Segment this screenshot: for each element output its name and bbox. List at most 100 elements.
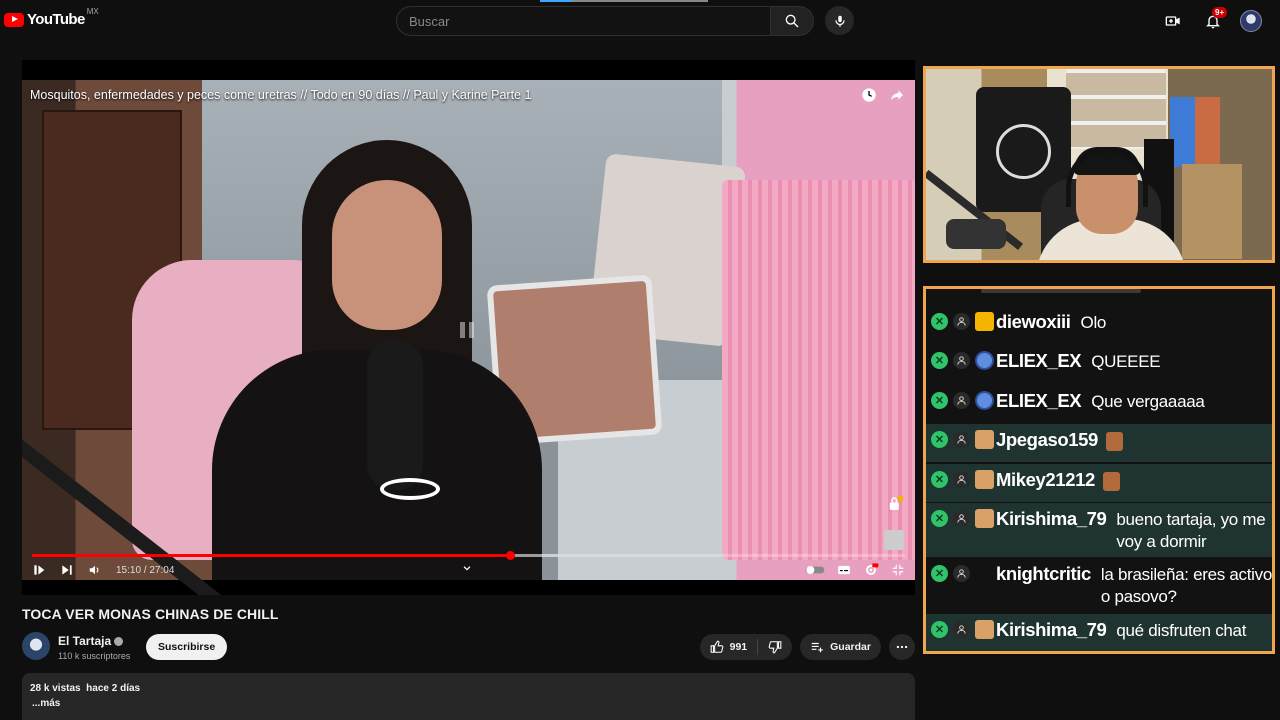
time-display: 15:10 / 27:04 [116, 564, 175, 576]
channel-name-wrap[interactable]: El Tartaja [58, 634, 124, 648]
emote-icon [1105, 432, 1123, 452]
chat-username[interactable]: Kirishima_79 [996, 508, 1107, 530]
chat-message: ✕ Kirishima_79 bueno tartaja, yo me voy a … [926, 503, 1272, 557]
player-video-title[interactable]: Mosquitos, enfermedades y peces come ure… [30, 88, 531, 102]
show-more-link[interactable]: ...más [32, 698, 907, 709]
search-input[interactable] [396, 6, 770, 36]
x-badge-icon: ✕ [931, 352, 948, 369]
chat-username[interactable]: diewoxiii [996, 311, 1071, 333]
chat-username[interactable]: Jpegaso159 [996, 429, 1098, 451]
chat-text: la brasileña: eres activo o pasovo? [1100, 565, 1273, 606]
cat-character-badge-icon [975, 430, 994, 449]
user-icon [953, 313, 970, 330]
volume-icon[interactable] [88, 563, 102, 577]
like-button[interactable]: 991 [700, 634, 758, 660]
play-icon[interactable] [32, 563, 46, 577]
channel-name[interactable]: El Tartaja [58, 634, 111, 648]
search-button[interactable] [770, 6, 814, 36]
chat-message: ✕ knightcritic la brasileña: eres activo o… [926, 558, 1272, 612]
channel-avatar[interactable] [22, 632, 50, 660]
playlist-add-icon [811, 642, 823, 653]
thumbs-up-icon [710, 640, 723, 653]
next-icon[interactable] [60, 563, 74, 577]
user-icon [953, 510, 970, 527]
view-date-line: 28 k vistas hace 2 días [30, 683, 907, 694]
autoplay-toggle-icon[interactable] [805, 564, 825, 576]
subscriber-count: 110 k suscriptores [58, 651, 131, 661]
chat-text: bueno tartaja, yo me voy a dormir [1116, 510, 1266, 551]
logo-text: YouTube [27, 11, 85, 28]
none-badge-icon [975, 564, 994, 583]
cat-character-badge-icon [975, 620, 994, 639]
account-avatar[interactable] [1240, 10, 1262, 32]
description-box[interactable]: 28 k vistas hace 2 días ...más [22, 673, 915, 720]
subtitles-icon[interactable] [837, 563, 851, 577]
chat-message: ✕ diewoxiii Olo [926, 306, 1272, 344]
x-badge-icon: ✕ [931, 565, 948, 582]
user-icon [953, 431, 970, 448]
share-icon[interactable] [889, 87, 905, 103]
user-icon [953, 392, 970, 409]
video-actions: 991 Guardar [699, 634, 915, 660]
channel-watermark[interactable] [884, 530, 904, 550]
chat-text: Que vergaaaaa [1091, 392, 1205, 411]
video-player[interactable]: Mosquitos, enfermedades y peces come ure… [22, 60, 915, 595]
emote-icon [1102, 472, 1120, 492]
settings-hd-icon[interactable] [863, 562, 879, 578]
chat-username[interactable]: ELIEX_EX [996, 350, 1082, 372]
like-count: 991 [729, 641, 748, 653]
streamer-webcam [923, 66, 1275, 263]
user-icon [953, 565, 970, 582]
chat-text [1097, 470, 1120, 492]
user-icon [953, 352, 970, 369]
chat-text: QUEEEE [1091, 352, 1161, 371]
exit-fullscreen-icon[interactable] [891, 563, 905, 577]
progress-bar[interactable] [32, 551, 905, 560]
cat-character-badge-icon [975, 509, 994, 528]
video-details: TOCA VER MONAS CHINAS DE CHILL El Tartaj… [22, 606, 915, 661]
more-horizontal-icon [896, 645, 908, 649]
video-title: TOCA VER MONAS CHINAS DE CHILL [22, 606, 279, 622]
chat-username[interactable]: Mikey21212 [996, 469, 1095, 491]
notifications-button[interactable]: 9+ [1200, 7, 1228, 34]
x-badge-icon: ✕ [931, 510, 948, 527]
chat-message: ✕ ELIEX_EX QUEEEE [926, 345, 1272, 383]
user-icon [953, 471, 970, 488]
chat-username[interactable]: Kirishima_79 [996, 619, 1107, 641]
subscribe-button[interactable]: Suscribirse [146, 634, 228, 660]
chat-text [1100, 430, 1123, 452]
crown-badge-icon [975, 312, 994, 331]
save-button[interactable]: Guardar [800, 634, 881, 660]
search-box [396, 6, 814, 36]
chat-message: ✕ ELIEX_EX Que vergaaaaa [926, 385, 1272, 423]
chat-username[interactable]: knightcritic [996, 563, 1091, 585]
search-icon [785, 14, 799, 28]
x-badge-icon: ✕ [931, 471, 948, 488]
chat-text: Olo [1080, 313, 1107, 332]
channel-row: El Tartaja 110 k suscriptores Suscribirs… [22, 632, 915, 664]
save-label: Guardar [830, 641, 871, 653]
youtube-logo[interactable]: YouTube MX [4, 7, 99, 28]
video-plus-icon [1165, 16, 1180, 26]
dislike-button[interactable] [758, 634, 792, 660]
chat-text: qué disfruten chat [1116, 621, 1247, 640]
x-badge-icon: ✕ [931, 621, 948, 638]
create-button[interactable] [1160, 8, 1186, 34]
top-bar: YouTube MX 9+ [0, 0, 1280, 42]
voice-search-button[interactable] [825, 6, 854, 35]
notification-count-badge: 9+ [1212, 7, 1228, 18]
more-actions-button[interactable] [889, 634, 915, 660]
chat-message: ✕ Mikey21212 [926, 464, 1272, 502]
chat-username[interactable]: ELIEX_EX [996, 390, 1082, 412]
player-top-actions [861, 87, 905, 103]
top-right-actions: 9+ [1160, 7, 1262, 34]
cat-character-badge-icon [975, 470, 994, 489]
page-load-progress [540, 0, 708, 2]
player-controls: 15:10 / 27:04 [32, 560, 905, 580]
pause-indicator-icon [460, 322, 476, 338]
blue-character-badge-icon [975, 351, 994, 370]
watch-later-icon[interactable] [861, 87, 877, 103]
thumbs-down-icon [768, 641, 782, 654]
played-bar [32, 554, 511, 557]
chat-message: ✕ Kirishima_79 qué disfruten chat [926, 614, 1272, 651]
